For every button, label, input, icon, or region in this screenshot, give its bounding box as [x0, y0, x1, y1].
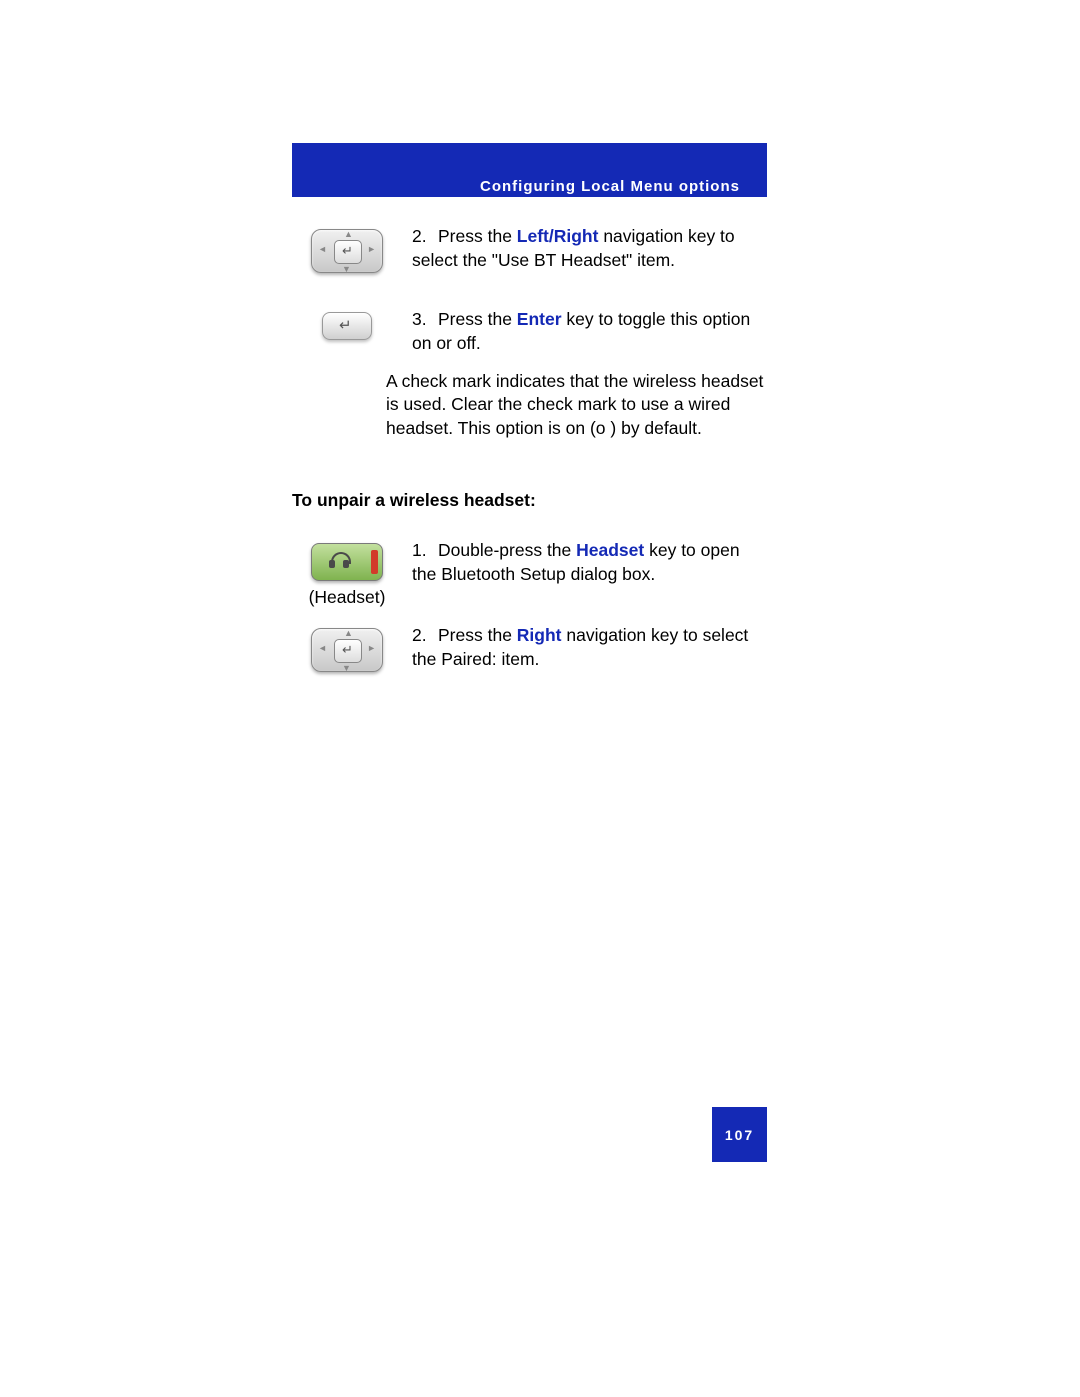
page-number-box: 107 — [712, 1107, 767, 1162]
step-text: 2.Press the Right navigation key to sele… — [412, 624, 767, 671]
key-label-enter: Enter — [517, 309, 562, 329]
headset-caption: (Headset) — [309, 587, 386, 608]
step-row: ▲▼ ◄► 2.Press the Right navigation key t… — [292, 624, 767, 691]
key-label-headset: Headset — [576, 540, 644, 560]
step-text: 1.Double-press the Headset key to open t… — [412, 539, 767, 586]
step-number: 3. — [412, 308, 438, 332]
dpad-icon: ▲▼ ◄► — [311, 229, 383, 273]
header-title: Configuring Local Menu options — [480, 178, 740, 195]
note-text: A check mark indicates that the wireless… — [386, 370, 767, 441]
step-text: 2.Press the Left/Right navigation key to… — [412, 225, 767, 272]
headset-button-icon — [311, 543, 383, 581]
step-number: 2. — [412, 624, 438, 648]
key-label-leftright: Left/Right — [517, 226, 599, 246]
subheading-unpair: To unpair a wireless headset: — [292, 490, 767, 511]
document-page: Configuring Local Menu options ▲▼ ◄► 2.P… — [0, 0, 1080, 1397]
step-row: 3.Press the Enter key to toggle this opt… — [292, 308, 767, 460]
enter-key-icon — [322, 312, 372, 340]
page-number: 107 — [725, 1127, 754, 1143]
step-number: 1. — [412, 539, 438, 563]
content-area: ▲▼ ◄► 2.Press the Left/Right navigation … — [292, 225, 767, 700]
step-text: 3.Press the Enter key to toggle this opt… — [412, 308, 767, 355]
dpad-icon: ▲▼ ◄► — [311, 628, 383, 672]
step-row: ▲▼ ◄► 2.Press the Left/Right navigation … — [292, 225, 767, 292]
step-row: (Headset) 1.Double-press the Headset key… — [292, 539, 767, 608]
key-label-right: Right — [517, 625, 562, 645]
step-number: 2. — [412, 225, 438, 249]
